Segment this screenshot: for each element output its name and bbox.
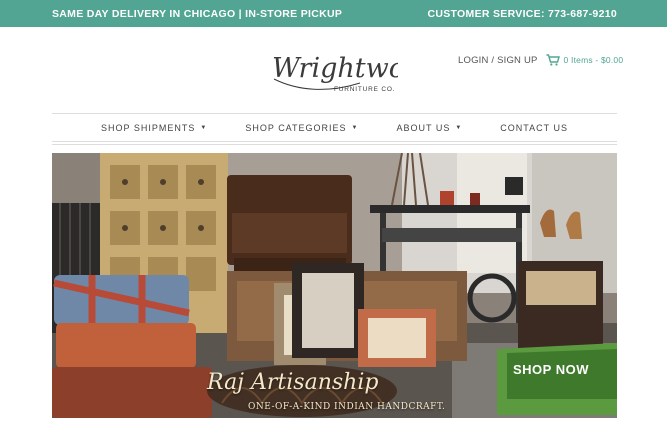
nav-shop-shipments[interactable]: SHOP SHIPMENTS ▼ bbox=[101, 123, 207, 133]
caret-down-icon: ▼ bbox=[200, 125, 208, 131]
header: Wrightwood FURNITURE CO. LOGIN / SIGN UP… bbox=[0, 27, 667, 113]
caret-down-icon: ▼ bbox=[351, 125, 359, 131]
top-bar: SAME DAY DELIVERY IN CHICAGO | IN-STORE … bbox=[0, 0, 667, 27]
nav-divider-top bbox=[52, 113, 617, 114]
nav-about-us[interactable]: ABOUT US ▼ bbox=[396, 123, 462, 133]
caret-down-icon: ▼ bbox=[455, 125, 463, 131]
delivery-promo: SAME DAY DELIVERY IN CHICAGO | IN-STORE … bbox=[52, 7, 343, 20]
hero-subtitle: ONE-OF-A-KIND INDIAN HANDCRAFT. bbox=[248, 402, 446, 412]
nav-divider-bottom bbox=[52, 141, 617, 142]
nav-about-us-label: ABOUT US bbox=[396, 123, 451, 133]
main-nav: SHOP SHIPMENTS ▼ SHOP CATEGORIES ▼ ABOUT… bbox=[52, 115, 617, 141]
login-link[interactable]: LOGIN / SIGN UP bbox=[458, 55, 538, 66]
svg-text:FURNITURE CO.: FURNITURE CO. bbox=[334, 86, 395, 93]
hero-banner[interactable]: Raj Artisanship ONE-OF-A-KIND INDIAN HAN… bbox=[52, 153, 617, 418]
wrightwood-logo-icon: Wrightwood FURNITURE CO. bbox=[272, 53, 439, 93]
nav-shop-categories[interactable]: SHOP CATEGORIES ▼ bbox=[245, 123, 358, 133]
cart-summary[interactable]: 0 Items - $0.00 bbox=[564, 55, 624, 65]
account-area: LOGIN / SIGN UP 0 Items - $0.00 bbox=[458, 54, 623, 66]
nav-contact-us-label: CONTACT US bbox=[500, 123, 568, 133]
nav-contact-us[interactable]: CONTACT US bbox=[500, 123, 568, 133]
site-logo[interactable]: Wrightwood FURNITURE CO. bbox=[268, 39, 439, 101]
svg-text:Wrightwood: Wrightwood bbox=[272, 53, 398, 84]
nav-shop-shipments-label: SHOP SHIPMENTS bbox=[101, 123, 196, 133]
customer-service[interactable]: CUSTOMER SERVICE: 773-687-9210 bbox=[427, 8, 617, 20]
shop-now-button[interactable]: SHOP NOW bbox=[513, 362, 589, 377]
nav-divider-bottom-double bbox=[52, 144, 617, 145]
cart-icon[interactable] bbox=[546, 54, 560, 66]
nav-shop-categories-label: SHOP CATEGORIES bbox=[245, 123, 347, 133]
hero-title: Raj Artisanship bbox=[207, 370, 379, 395]
